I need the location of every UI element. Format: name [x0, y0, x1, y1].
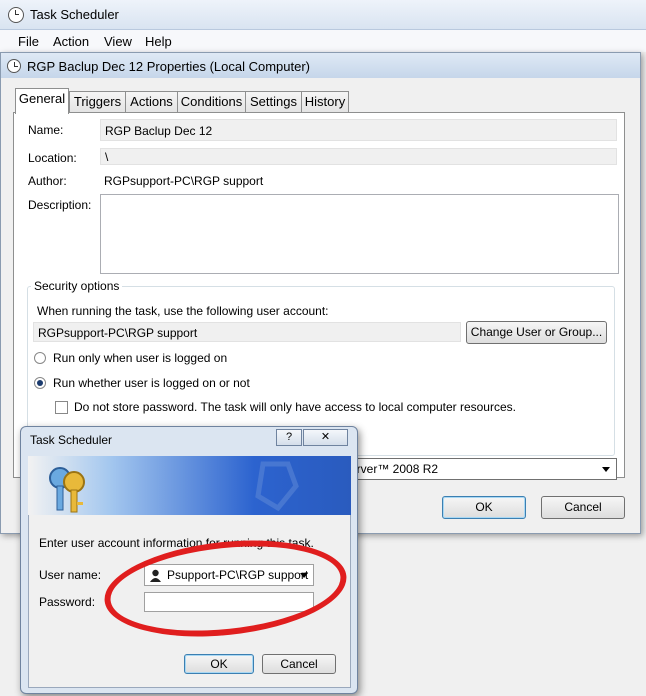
- tab-conditions[interactable]: Conditions: [177, 91, 246, 113]
- credentials-title: Task Scheduler: [30, 433, 113, 447]
- credentials-ok-button[interactable]: OK: [184, 654, 254, 674]
- radio-logged-on-label: Run only when user is logged on: [53, 351, 228, 365]
- security-options-title: Security options: [31, 279, 123, 293]
- tab-history[interactable]: History: [301, 91, 349, 113]
- clock-icon: [7, 59, 21, 73]
- tab-actions[interactable]: Actions: [125, 91, 178, 113]
- change-user-button[interactable]: Change User or Group...: [466, 321, 607, 344]
- menu-view[interactable]: View: [104, 34, 132, 49]
- description-label: Description:: [28, 198, 92, 212]
- name-label: Name:: [28, 123, 64, 137]
- radio-logged-on[interactable]: [34, 352, 46, 364]
- keys-icon: [49, 461, 299, 513]
- author-value: RGPsupport-PC\RGP support: [104, 174, 264, 188]
- radio-whether-label: Run whether user is logged on or not: [53, 376, 250, 390]
- configure-for-value: erver™ 2008 R2: [350, 462, 439, 476]
- chevron-down-icon: [602, 467, 610, 472]
- description-textarea[interactable]: [100, 194, 619, 274]
- user-name-label: User name:: [39, 568, 102, 582]
- no-store-password-checkbox[interactable]: [55, 401, 68, 414]
- account-field: RGPsupport-PC\RGP support: [33, 322, 461, 342]
- tab-general[interactable]: General: [15, 88, 69, 114]
- account-prompt: When running the task, use the following…: [37, 304, 329, 318]
- properties-ok-button[interactable]: OK: [442, 496, 526, 519]
- author-label: Author:: [28, 174, 67, 188]
- menu-action[interactable]: Action: [53, 34, 89, 49]
- menu-file[interactable]: File: [18, 34, 39, 49]
- radio-whether-logged-on[interactable]: [34, 377, 46, 389]
- password-label: Password:: [39, 595, 96, 609]
- close-button[interactable]: ✕: [303, 429, 348, 446]
- properties-title: RGP Baclup Dec 12 Properties (Local Comp…: [27, 59, 310, 74]
- menu-help[interactable]: Help: [145, 34, 172, 49]
- configure-for-dropdown[interactable]: erver™ 2008 R2: [345, 458, 617, 480]
- properties-cancel-button[interactable]: Cancel: [541, 496, 625, 519]
- tab-triggers[interactable]: Triggers: [69, 91, 126, 113]
- credentials-banner: [28, 456, 351, 515]
- name-field[interactable]: RGP Baclup Dec 12: [100, 119, 617, 141]
- main-window-title: Task Scheduler: [30, 7, 119, 22]
- tab-settings[interactable]: Settings: [245, 91, 302, 113]
- menu-bar: File Action View Help: [0, 30, 646, 52]
- help-button[interactable]: ?: [276, 429, 302, 446]
- credentials-cancel-button[interactable]: Cancel: [262, 654, 336, 674]
- location-field: \: [100, 148, 617, 165]
- main-title-bar: Task Scheduler: [0, 0, 646, 30]
- clock-icon: [8, 7, 24, 23]
- location-label: Location:: [28, 151, 77, 165]
- no-store-password-label: Do not store password. The task will onl…: [74, 400, 516, 414]
- properties-title-bar: RGP Baclup Dec 12 Properties (Local Comp…: [0, 52, 641, 78]
